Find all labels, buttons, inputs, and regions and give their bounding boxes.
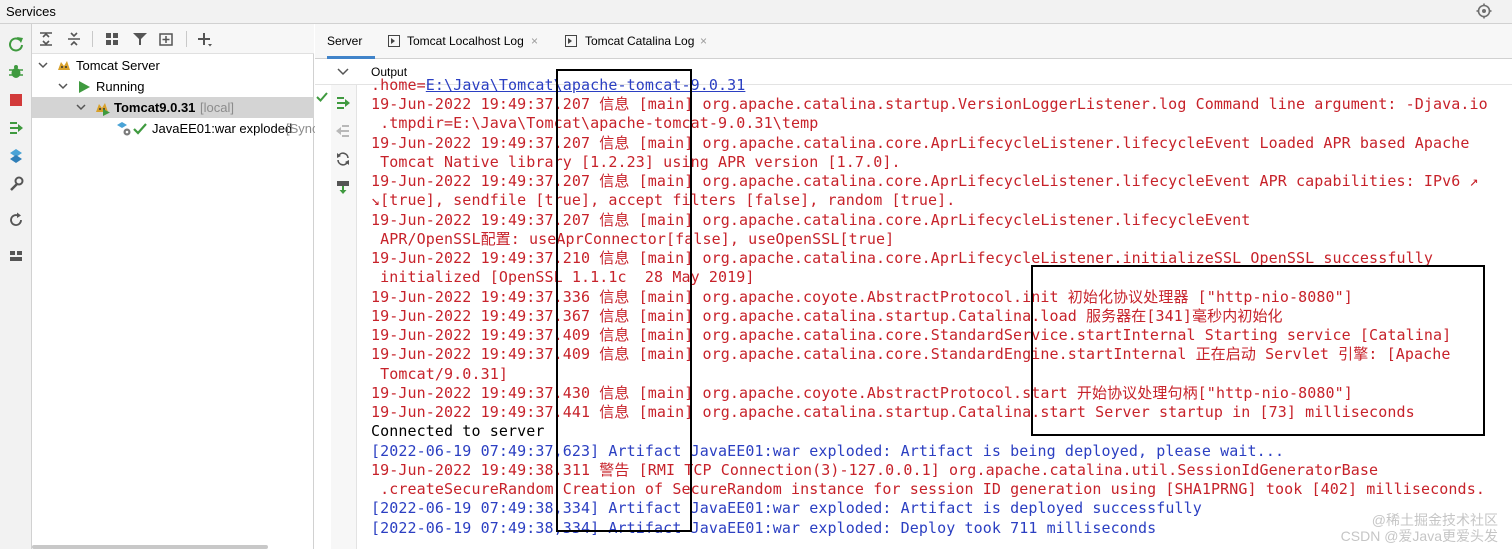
- undeploy-icon[interactable]: [335, 123, 351, 139]
- output-label: Output: [371, 65, 408, 79]
- annotation-box-timestamps: [556, 69, 692, 532]
- settings-gear-icon[interactable]: [1476, 3, 1492, 19]
- refresh-icon[interactable]: [8, 212, 24, 228]
- tree-item-tomcat-instance[interactable]: Tomcat9.0.31 [local]: [32, 97, 314, 118]
- filter-icon[interactable]: [132, 31, 148, 47]
- debug-bug-icon[interactable]: [8, 64, 24, 80]
- tab-bar: Server Tomcat Localhost Log × Tomcat Cat…: [315, 24, 1512, 59]
- console-line: 19-Jun-2022 19:49:37.207 信息 [main] org.a…: [371, 95, 1488, 113]
- expand-all-icon[interactable]: [38, 31, 54, 47]
- tree-item-tomcat-server[interactable]: Tomcat Server: [32, 55, 314, 76]
- tomcat-icon: [58, 61, 70, 70]
- services-tree-pane: Tomcat Server Running Tomcat9.0.31 [loca…: [32, 24, 319, 549]
- artifact-gear-icon: [117, 122, 131, 136]
- services-action-bar: [0, 24, 32, 549]
- log-console-icon: [388, 35, 400, 47]
- wrench-settings-icon[interactable]: [8, 176, 24, 192]
- console-line: .createSecureRandom Creation of SecureRa…: [371, 480, 1485, 498]
- watermark-line: @稀土掘金技术社区: [1371, 512, 1498, 528]
- status-gutter: [315, 85, 331, 549]
- console-line: [2022-06-19 07:49:38,334] Artifact JavaE…: [371, 499, 1202, 517]
- tab-label: Server: [327, 34, 363, 48]
- checkmark-icon: [316, 92, 328, 102]
- chevron-down-icon[interactable]: [337, 67, 349, 77]
- annotation-box-startup-messages: [1031, 265, 1485, 436]
- layout-icon[interactable]: [8, 248, 24, 264]
- chevron-down-icon[interactable]: [38, 60, 48, 70]
- tree-item-label: Tomcat Server: [76, 58, 160, 73]
- deploy-all-icon[interactable]: [335, 95, 351, 111]
- console-line: 19-Jun-2022 19:49:37.207 信息 [main] org.a…: [371, 134, 1470, 152]
- add-service-icon[interactable]: [196, 31, 212, 47]
- tab-label: Tomcat Localhost Log: [407, 34, 524, 48]
- chevron-down-icon[interactable]: [76, 102, 86, 112]
- console-line: Tomcat/9.0.31]: [371, 365, 508, 383]
- stop-icon[interactable]: [8, 92, 24, 108]
- tree-item-tag: [Sync: [286, 121, 319, 136]
- tree-item-artifact[interactable]: JavaEE01:war exploded [Sync: [32, 118, 319, 139]
- log-console-icon: [565, 35, 577, 47]
- console-line: 19-Jun-2022 19:49:37.207 信息 [main] org.a…: [371, 172, 1479, 190]
- watermark: @稀土掘金技术社区 CSDN @爱Java更爱头发: [1341, 512, 1498, 544]
- rerun-icon[interactable]: [8, 36, 24, 52]
- tool-window-title: Services: [6, 4, 56, 19]
- horizontal-scrollbar[interactable]: [32, 545, 268, 549]
- chevron-down-icon[interactable]: [58, 81, 68, 91]
- group-services-icon[interactable]: [104, 31, 120, 47]
- tree-item-running[interactable]: Running: [32, 76, 314, 97]
- new-tab-icon[interactable]: [158, 31, 174, 47]
- tab-label: Tomcat Catalina Log: [585, 34, 695, 48]
- console-line: 19-Jun-2022 19:49:38.311 警告 [RMI TCP Con…: [371, 461, 1379, 479]
- tree-toolbar: [32, 24, 314, 54]
- redeploy-icon[interactable]: [335, 151, 351, 167]
- tree-item-label: Tomcat9.0.31: [114, 100, 196, 115]
- close-tab-icon[interactable]: ×: [700, 24, 707, 59]
- tree-item-label: Running: [96, 79, 145, 94]
- artifact-icon[interactable]: [8, 148, 24, 164]
- watermark-line: CSDN @爱Java更爱头发: [1340, 528, 1498, 544]
- console-line: 19-Jun-2022 19:49:37.207 信息 [main] org.a…: [371, 211, 1251, 229]
- tool-window-header: Services: [0, 0, 1512, 24]
- run-triangle-icon: [79, 81, 90, 93]
- close-tab-icon[interactable]: ×: [531, 24, 538, 59]
- checkmark-icon: [133, 123, 147, 135]
- tab-server[interactable]: Server: [327, 24, 375, 59]
- tree-item-label: JavaEE01:war exploded: [152, 121, 293, 136]
- deploy-icon[interactable]: [8, 120, 24, 136]
- tab-tomcat-localhost-log[interactable]: Tomcat Localhost Log ×: [385, 24, 550, 59]
- collapse-all-icon[interactable]: [66, 31, 82, 47]
- tomcat-icon: [96, 103, 110, 116]
- console-line: [2022-06-19 07:49:38,334] Artifact JavaE…: [371, 519, 1157, 537]
- download-deploy-icon[interactable]: [335, 179, 351, 195]
- tab-tomcat-catalina-log[interactable]: Tomcat Catalina Log ×: [565, 24, 720, 59]
- console-line: Connected to server: [371, 422, 545, 440]
- console-action-gutter: [331, 85, 357, 549]
- console-line: [2022-06-19 07:49:37,623] Artifact JavaE…: [371, 442, 1285, 460]
- tree-item-tag: [local]: [200, 100, 234, 115]
